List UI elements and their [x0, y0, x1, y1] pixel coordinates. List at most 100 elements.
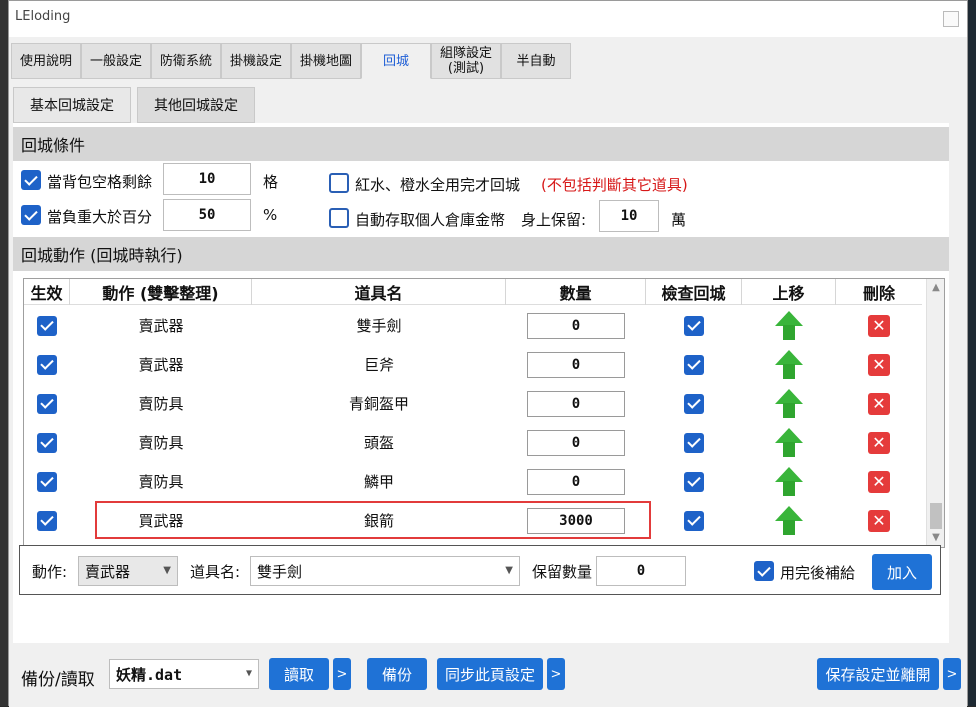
keep-gold-label: 身上保留: [521, 211, 587, 229]
move-up-icon[interactable] [775, 349, 803, 380]
subtab-other-return[interactable]: 其他回城設定 [137, 87, 255, 123]
row-check-checkbox[interactable] [684, 510, 704, 531]
row-check-checkbox[interactable] [684, 432, 704, 453]
col-move-up: 上移 [742, 279, 836, 305]
row-action: 賣防具 [138, 395, 184, 413]
tab-idle[interactable]: 掛機設定 [221, 43, 291, 79]
table-header: 生效 動作 (雙擊整理) 道具名 數量 檢查回城 上移 刪除 [24, 279, 922, 305]
col-enabled: 生效 [24, 279, 70, 305]
refill-label: 用完後補給 [780, 564, 856, 582]
bag-space-unit: 格 [263, 173, 279, 191]
row-enabled-checkbox[interactable] [37, 471, 57, 492]
tab-general[interactable]: 一般設定 [81, 43, 151, 79]
read-more-button[interactable]: > [333, 658, 351, 690]
row-enabled-checkbox[interactable] [37, 315, 57, 336]
move-up-icon[interactable] [775, 466, 803, 497]
bag-space-checkbox[interactable] [21, 170, 41, 190]
save-and-exit-button[interactable]: 保存設定並離開 [817, 658, 939, 690]
tab-return-town[interactable]: 回城 [361, 43, 431, 79]
row-qty-input[interactable]: 0 [527, 429, 625, 456]
row-action: 賣武器 [138, 356, 184, 374]
row-check-checkbox[interactable] [684, 315, 704, 336]
row-qty-input[interactable]: 0 [527, 390, 625, 417]
delete-icon[interactable]: ✕ [868, 353, 890, 376]
item-select[interactable]: 雙手劍 ▼ [250, 556, 520, 586]
scroll-up-icon[interactable]: ▲ [931, 283, 941, 293]
add-action-bar: 動作: 賣武器 ▼ 道具名: 雙手劍 ▼ 保留數量 0 用完後補給 加入 [19, 545, 941, 595]
row-action: 賣武器 [138, 317, 184, 335]
action-select-value: 賣武器 [85, 562, 131, 581]
delete-icon[interactable]: ✕ [868, 509, 890, 532]
delete-icon[interactable]: ✕ [868, 392, 890, 415]
weight-checkbox[interactable] [21, 205, 41, 225]
col-action[interactable]: 動作 (雙擊整理) [70, 279, 252, 305]
tab-party[interactable]: 組隊設定 (測試) [431, 43, 501, 79]
save-more-button[interactable]: > [943, 658, 961, 690]
move-up-icon[interactable] [775, 427, 803, 458]
sync-page-button[interactable]: 同步此頁設定 [437, 658, 543, 690]
row-qty-input[interactable]: 0 [527, 468, 625, 495]
potion-checkbox[interactable] [329, 173, 349, 193]
chevron-down-icon: ▼ [505, 565, 513, 576]
keep-qty-input[interactable]: 0 [596, 556, 686, 586]
table-row[interactable]: 賣防具 頭盔 0 ✕ [24, 423, 922, 462]
weight-label: 當負重大於百分 [47, 208, 153, 226]
row-check-checkbox[interactable] [684, 471, 704, 492]
row-check-checkbox[interactable] [684, 393, 704, 414]
move-up-icon[interactable] [775, 505, 803, 536]
file-select[interactable]: 妖精.dat ▼ [109, 659, 259, 689]
add-button[interactable]: 加入 [872, 554, 932, 590]
table-row[interactable]: 賣武器 雙手劍 0 ✕ [24, 306, 922, 345]
subtab-basic-return[interactable]: 基本回城設定 [13, 87, 131, 123]
col-check: 檢查回城 [646, 279, 742, 305]
row-enabled-checkbox[interactable] [37, 393, 57, 414]
deposit-checkbox[interactable] [329, 208, 349, 228]
table-row[interactable]: 賣防具 鱗甲 0 ✕ [24, 462, 922, 501]
actions-header: 回城動作 (回城時執行) [13, 237, 949, 271]
window-title: LEloding [15, 9, 71, 24]
row-qty-input[interactable]: 0 [527, 312, 625, 339]
tab-defense[interactable]: 防衛系統 [151, 43, 221, 79]
keep-gold-input[interactable]: 10 [599, 200, 659, 232]
table-row[interactable]: 賣防具 青銅盔甲 0 ✕ [24, 384, 922, 423]
scroll-thumb[interactable] [930, 503, 942, 529]
sync-more-button[interactable]: > [547, 658, 565, 690]
tab-idle-map[interactable]: 掛機地圖 [291, 43, 361, 79]
settings-window: LEloding 使用說明 一般設定 防衛系統 掛機設定 掛機地圖 回城 組隊設… [8, 0, 968, 707]
delete-icon[interactable]: ✕ [868, 470, 890, 493]
delete-icon[interactable]: ✕ [868, 314, 890, 337]
tab-semi-auto[interactable]: 半自動 [501, 43, 571, 79]
row-qty-input[interactable]: 0 [527, 351, 625, 378]
row-action: 賣防具 [138, 473, 184, 491]
action-select[interactable]: 賣武器 ▼ [78, 556, 178, 586]
col-qty: 數量 [506, 279, 646, 305]
title-bar: LEloding [9, 1, 967, 37]
delete-icon[interactable]: ✕ [868, 431, 890, 454]
read-button[interactable]: 讀取 [269, 658, 329, 690]
close-button[interactable] [943, 11, 959, 27]
deposit-label: 自動存取個人倉庫金幣 [355, 211, 506, 229]
item-select-value: 雙手劍 [257, 562, 303, 581]
keep-qty-label: 保留數量 [532, 563, 593, 581]
table-scrollbar[interactable]: ▲ ▼ [926, 279, 944, 547]
potion-label: 紅水、橙水全用完才回城 [355, 176, 521, 194]
move-up-icon[interactable] [775, 310, 803, 341]
bag-space-label: 當背包空格剩餘 [47, 173, 153, 191]
row-check-checkbox[interactable] [684, 354, 704, 375]
tab-usage[interactable]: 使用說明 [11, 43, 81, 79]
backup-button[interactable]: 備份 [367, 658, 427, 690]
move-up-icon[interactable] [775, 388, 803, 419]
refill-checkbox[interactable] [754, 561, 774, 581]
bag-space-input[interactable]: 10 [163, 163, 251, 195]
row-action: 賣防具 [138, 434, 184, 452]
scroll-down-icon[interactable]: ▼ [931, 533, 941, 543]
row-item: 巨斧 [363, 356, 394, 374]
row-item: 雙手劍 [356, 317, 402, 335]
row-enabled-checkbox[interactable] [37, 510, 57, 531]
weight-input[interactable]: 50 [163, 199, 251, 231]
footer-bar: 備份/讀取 妖精.dat ▼ 讀取 > 備份 同步此頁設定 > 保存設定並離開 … [9, 651, 967, 707]
item-select-label: 道具名: [190, 563, 241, 581]
row-enabled-checkbox[interactable] [37, 432, 57, 453]
table-row[interactable]: 賣武器 巨斧 0 ✕ [24, 345, 922, 384]
row-enabled-checkbox[interactable] [37, 354, 57, 375]
